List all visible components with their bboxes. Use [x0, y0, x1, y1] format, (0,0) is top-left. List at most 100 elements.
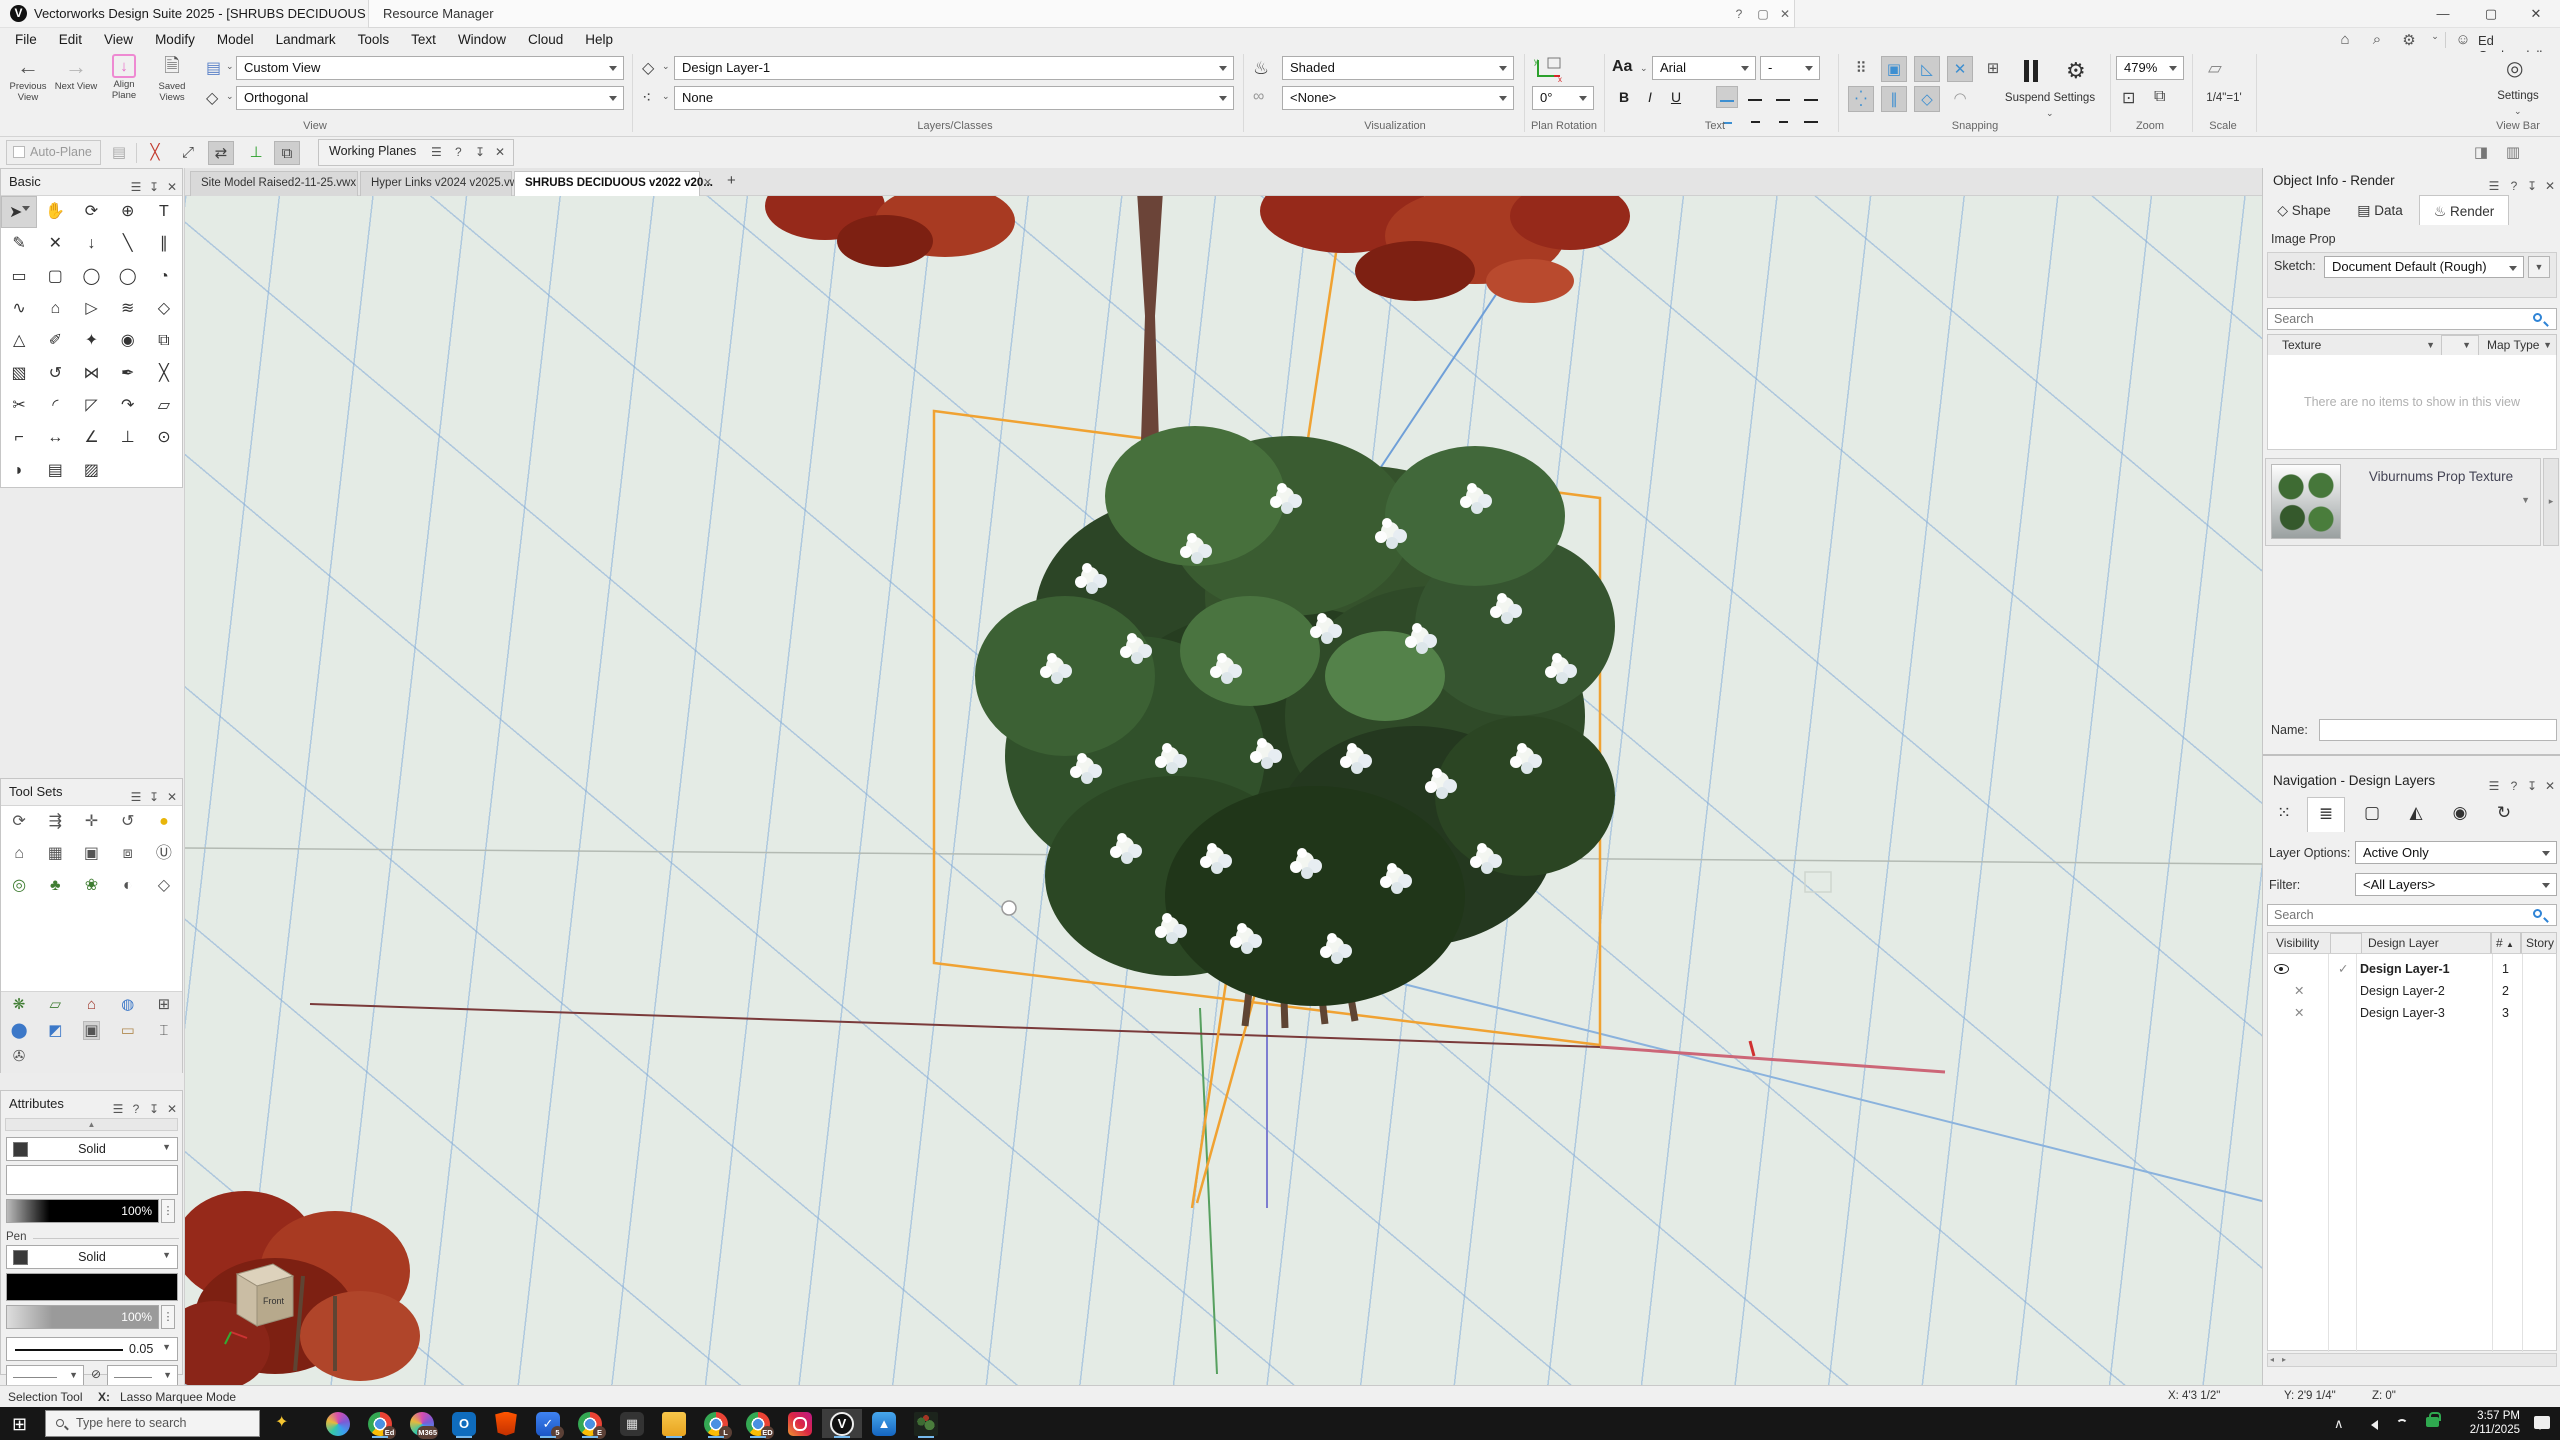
rm-help-button[interactable]: ?: [1729, 5, 1749, 23]
restore-button[interactable]: ▢: [2476, 3, 2506, 25]
tool-button[interactable]: ⟳: [73, 196, 109, 228]
tool-set-category-button[interactable]: ⌂: [73, 992, 109, 1018]
fill-color-bar[interactable]: [6, 1165, 178, 1195]
texture-expand-icon[interactable]: ▸: [2543, 458, 2559, 546]
tool-button[interactable]: ✦: [73, 325, 109, 357]
tool-button[interactable]: ▧: [1, 358, 37, 390]
palette-help-icon[interactable]: ?: [2505, 773, 2523, 799]
tool-button[interactable]: ⟳: [1, 806, 37, 838]
tool-set-category-button[interactable]: ⬤: [1, 1018, 37, 1044]
locus-point[interactable]: [1002, 901, 1016, 915]
layer-chevron-icon[interactable]: ⌄: [662, 61, 670, 72]
taskbar-app-button[interactable]: O: [444, 1409, 484, 1438]
tool-button[interactable]: ▷: [73, 293, 109, 325]
tool-button[interactable]: ▭: [1, 261, 37, 293]
style-icon[interactable]: ∞: [1253, 88, 1264, 106]
taskbar-app-button[interactable]: E: [570, 1409, 610, 1438]
zoom-marquee-icon[interactable]: ⊡: [2122, 88, 2135, 108]
home-icon[interactable]: ⌂: [2334, 31, 2356, 48]
menu-item[interactable]: Cloud: [517, 28, 574, 51]
underline-button[interactable]: U: [1665, 86, 1687, 108]
layer-plane-icon[interactable]: ⤢: [175, 141, 201, 165]
taskbar-search[interactable]: Type here to search: [45, 1410, 260, 1437]
pen-color-bar[interactable]: [6, 1273, 178, 1301]
palette-close-icon[interactable]: ✕: [163, 1096, 181, 1122]
tab-render[interactable]: ♨ Render: [2419, 195, 2509, 225]
tool-button[interactable]: ∥: [146, 228, 182, 260]
tool-button[interactable]: ↷: [110, 390, 146, 422]
palette-help-icon[interactable]: ?: [127, 1096, 145, 1122]
align-center-button[interactable]: [1744, 86, 1766, 108]
auto-plane-toggle[interactable]: Auto-Plane: [6, 140, 101, 165]
taskbar-app-button[interactable]: [486, 1409, 526, 1438]
fill-style-select[interactable]: Solid▼: [6, 1137, 178, 1161]
line-weight-select[interactable]: 0.05▼: [6, 1337, 178, 1361]
texture-thumbnail[interactable]: [2271, 464, 2341, 539]
active-class-select[interactable]: None: [674, 86, 1234, 110]
font-select[interactable]: Arial: [1652, 56, 1756, 80]
resource-manager-window[interactable]: Resource Manager ? ▢ ✕: [368, 0, 1795, 28]
taskbar-app-button[interactable]: ▲: [864, 1409, 904, 1438]
taskbar-clock[interactable]: 3:57 PM 2/11/2025: [2450, 1409, 2520, 1437]
tab-hyper-links[interactable]: Hyper Links v2024 v2025.vwx: [360, 171, 512, 196]
active-layer-select[interactable]: Design Layer-1: [674, 56, 1234, 80]
tool-button[interactable]: ◔: [146, 261, 182, 293]
tool-button[interactable]: ◸: [73, 390, 109, 422]
layer-icon[interactable]: ◇: [642, 58, 654, 78]
tool-button[interactable]: ▦: [37, 838, 73, 870]
fill-opacity-slider[interactable]: 100%: [6, 1199, 159, 1223]
texture-preview-row[interactable]: Viburnums Prop Texture ▼: [2265, 458, 2541, 546]
scroll-left-icon[interactable]: ◂: [2270, 1354, 2274, 1366]
tool-sets-palette-header[interactable]: Tool Sets ☰ ↧ ✕: [1, 779, 182, 805]
snap-angle-icon[interactable]: ◺: [1914, 56, 1940, 82]
projection-chevron-icon[interactable]: ⌄: [226, 61, 234, 72]
tab-shrubs-active[interactable]: SHRUBS DECIDUOUS v2022 v20...: [514, 171, 700, 196]
zoom-level-select[interactable]: 479%: [2116, 56, 2184, 80]
column-texture[interactable]: Texture▼: [2267, 334, 2442, 356]
tool-button[interactable]: ↺: [110, 806, 146, 838]
layer-options-select[interactable]: Active Only: [2355, 841, 2557, 864]
tool-set-category-button[interactable]: ◍: [110, 992, 146, 1018]
next-view-button[interactable]: → Next View: [54, 54, 98, 93]
scale-value[interactable]: 1/4"=1': [2198, 92, 2250, 104]
tool-button[interactable]: ◉: [110, 325, 146, 357]
snap-intersection-icon[interactable]: ✕: [1947, 56, 1973, 82]
attributes-palette-header[interactable]: Attributes ☰ ? ↧ ✕: [1, 1091, 182, 1117]
tool-button[interactable]: ❀: [73, 870, 109, 902]
layers-search[interactable]: [2267, 904, 2557, 926]
class-chevron-icon[interactable]: ⌄: [662, 91, 670, 102]
render-style-select[interactable]: <None>: [1282, 86, 1514, 110]
tool-button[interactable]: ◐: [110, 870, 146, 902]
align-plane-button[interactable]: ↓ Align Plane: [102, 54, 146, 101]
palette-close-icon[interactable]: ✕: [2541, 773, 2559, 799]
tool-button[interactable]: ✕: [37, 228, 73, 260]
align-justify-button[interactable]: [1800, 86, 1822, 108]
tool-button[interactable]: ✐: [37, 325, 73, 357]
tool-set-category-button[interactable]: ❋: [1, 992, 37, 1018]
tool-button[interactable]: ◯: [73, 261, 109, 293]
text-style-icon[interactable]: Aa: [1612, 58, 1632, 76]
zoom-objects-icon[interactable]: ⧉: [2154, 88, 2165, 106]
nav-tab-references[interactable]: ↻: [2485, 797, 2523, 829]
plan-rotation-input[interactable]: 0°: [1532, 86, 1594, 110]
tool-set-category-button[interactable]: ◩: [37, 1018, 73, 1044]
tool-button[interactable]: ╲: [110, 228, 146, 260]
viewbar-settings-label[interactable]: Settings: [2476, 90, 2560, 102]
pen-style-select[interactable]: Solid▼: [6, 1245, 178, 1269]
drawing-canvas[interactable]: Front: [185, 196, 2262, 1385]
viewport-icon[interactable]: ◨: [2468, 141, 2494, 165]
working-plane-icon[interactable]: ⇄: [208, 141, 234, 165]
column-design-layer[interactable]: Design Layer: [2361, 932, 2491, 954]
snap-grid-icon[interactable]: ⠿: [1848, 56, 1874, 82]
taskbar-app-button[interactable]: Ed: [360, 1409, 400, 1438]
snap-object-icon[interactable]: ▣: [1881, 56, 1907, 82]
rm-close-button[interactable]: ✕: [1775, 5, 1795, 23]
nav-tab-design-layers[interactable]: ≣: [2307, 797, 2345, 832]
maple-tree[interactable]: [765, 196, 1630, 441]
menu-item[interactable]: View: [93, 28, 144, 51]
previous-view-button[interactable]: ← Previous View: [6, 54, 50, 103]
settings-chevron-icon[interactable]: ⌄: [2514, 106, 2522, 117]
cortana-icon[interactable]: ✦: [275, 1412, 288, 1432]
nav-tab-sheet-layers[interactable]: ▢: [2353, 797, 2391, 829]
fill-opacity-menu-icon[interactable]: ⋮: [161, 1199, 175, 1223]
